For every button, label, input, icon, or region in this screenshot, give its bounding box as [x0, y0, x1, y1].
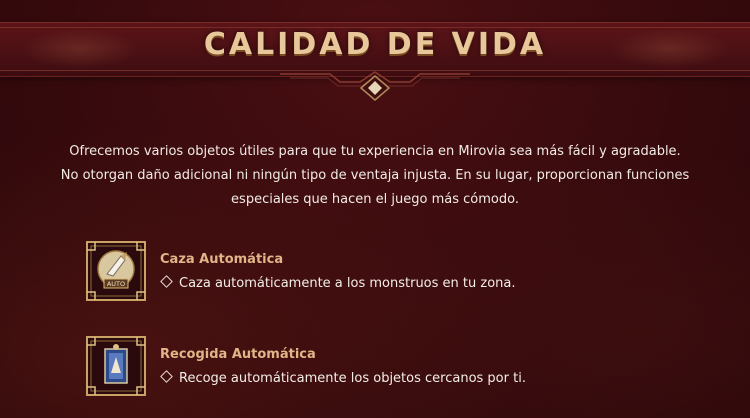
diamond-bullet-icon [160, 370, 173, 383]
feature-item-auto-hunt: AUTO Caza Automática Caza automáticament… [85, 240, 685, 310]
feature-title: Caza Automática [160, 252, 284, 267]
feature-title: Recogida Automática [160, 347, 316, 362]
intro-line-2: No otorgan daño adicional ni ningún tipo… [60, 168, 690, 183]
diamond-bullet-icon [160, 275, 173, 288]
auto-loot-icon [86, 336, 146, 396]
feature-item-auto-loot: Recogida Automática Recoge automáticamen… [85, 335, 685, 405]
auto-hunt-icon: AUTO [86, 241, 146, 301]
feature-description: Recoge automáticamente los objetos cerca… [160, 370, 526, 386]
feature-description: Caza automáticamente a los monstruos en … [160, 275, 516, 291]
feature-description-text: Recoge automáticamente los objetos cerca… [179, 371, 526, 386]
intro-text: Ofrecemos varios objetos útiles para que… [40, 140, 710, 212]
title-ornament [280, 71, 470, 101]
intro-line-1: Ofrecemos varios objetos útiles para que… [69, 144, 681, 159]
feature-description-text: Caza automáticamente a los monstruos en … [179, 276, 516, 291]
page-title: CALIDAD DE VIDA [203, 27, 547, 62]
auto-badge-text: AUTO [107, 280, 125, 288]
intro-line-3: especiales que hacen el juego más cómodo… [231, 192, 519, 207]
